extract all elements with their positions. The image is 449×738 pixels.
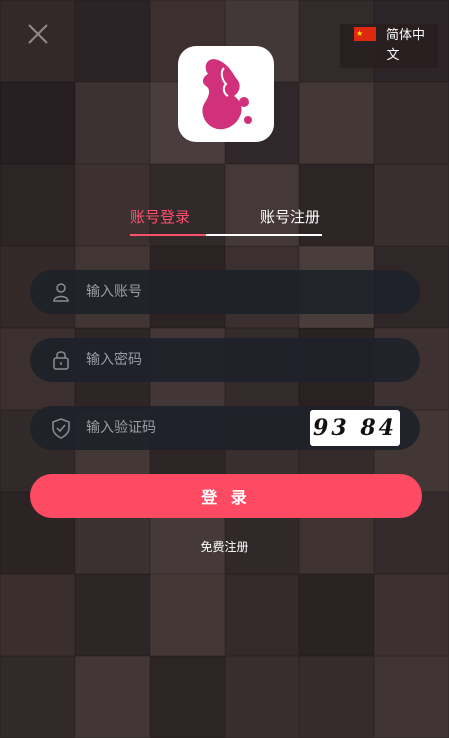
account-input[interactable]: [86, 270, 326, 314]
language-label-line2: 文: [386, 48, 400, 63]
language-label-line1: 简体中: [386, 28, 426, 43]
captcha-input[interactable]: [86, 406, 326, 450]
login-button[interactable]: 登 录: [30, 474, 422, 518]
app-logo: [178, 46, 274, 142]
tab-account-login[interactable]: 账号登录: [130, 206, 190, 227]
lock-icon: [50, 349, 72, 371]
close-icon[interactable]: [26, 22, 50, 46]
captcha-image[interactable]: 93 84: [310, 410, 400, 446]
active-tab-indicator: [130, 234, 206, 236]
free-register-link[interactable]: 免费注册: [0, 538, 449, 555]
auth-tabs: 账号登录 账号注册: [130, 206, 322, 236]
tab-divider-line: [206, 234, 322, 236]
user-icon: [50, 281, 72, 303]
shield-check-icon: [50, 417, 72, 439]
password-input[interactable]: [86, 338, 326, 382]
password-field: [30, 338, 420, 382]
china-flag-icon: [354, 24, 376, 44]
captcha-field: 93 84: [30, 406, 420, 450]
account-field: [30, 270, 420, 314]
tab-account-register[interactable]: 账号注册: [260, 206, 320, 227]
language-selector[interactable]: 简体中 文: [340, 24, 438, 68]
